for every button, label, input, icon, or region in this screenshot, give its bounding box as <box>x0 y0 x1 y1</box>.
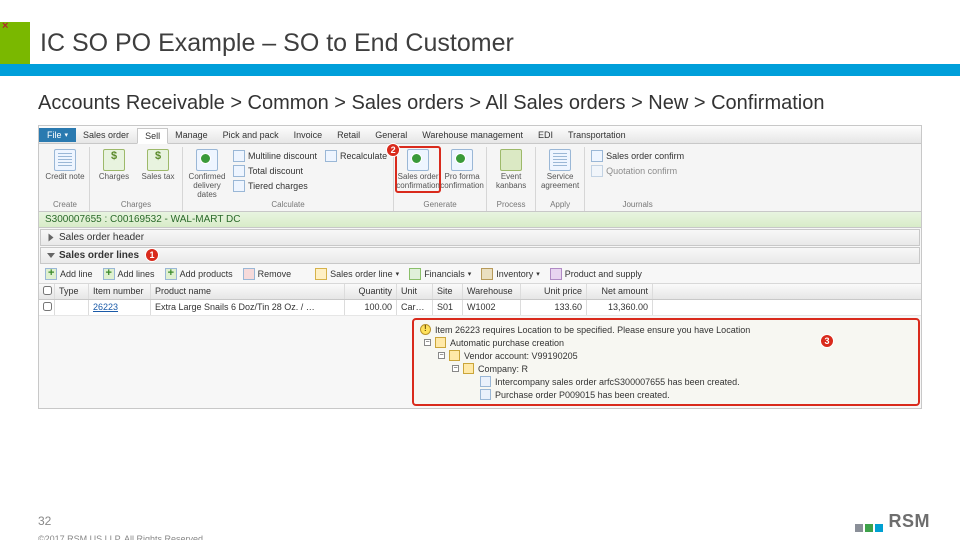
grid-row[interactable]: 26223Extra Large Snails 6 Doz/Tin 28 Oz.… <box>39 300 921 316</box>
recalculate-button[interactable]: Recalculate <box>323 149 389 163</box>
divider-bar <box>0 64 960 76</box>
info-auto-purchase: Automatic purchase creation <box>450 338 564 348</box>
add-line-button[interactable]: Add line <box>43 267 95 281</box>
lines-toolbar: Add line Add lines Add products Remove S… <box>39 265 921 284</box>
breadcrumb: Accounts Receivable > Common > Sales ord… <box>0 76 960 125</box>
folder-icon <box>449 350 460 361</box>
remove-button[interactable]: Remove <box>241 267 294 281</box>
callout-badge-2: 2 <box>386 143 400 157</box>
inventory-menu[interactable]: Inventory▾ <box>479 267 542 281</box>
grid-header: TypeItem numberProduct nameQuantityUnitS… <box>39 284 921 300</box>
expand-icon <box>49 234 54 242</box>
tiered-charges-button[interactable]: Tiered charges <box>231 179 319 193</box>
add-products-button[interactable]: Add products <box>163 267 235 281</box>
group-journals: Sales order confirm Quotation confirm Jo… <box>585 147 690 211</box>
add-lines-button[interactable]: Add lines <box>101 267 157 281</box>
service-agreement-button[interactable]: Service agreement <box>540 149 580 190</box>
slide-title: IC SO PO Example – SO to End Customer <box>30 22 960 64</box>
tab-sales-order[interactable]: Sales order <box>76 128 137 142</box>
tab-pick-pack[interactable]: Pick and pack <box>216 128 287 142</box>
journal-quote-confirm-button[interactable]: Quotation confirm <box>589 164 686 178</box>
tab-invoice[interactable]: Invoice <box>287 128 331 142</box>
info-po: Purchase order P009015 has been created. <box>495 390 670 400</box>
multiline-discount-button[interactable]: Multiline discount <box>231 149 319 163</box>
copyright: ©2017 RSM US LLP. All Rights Reserved. <box>38 534 206 540</box>
screenshot-frame: File▾ Sales order Sell Manage Pick and p… <box>38 125 922 409</box>
product-supply-menu[interactable]: Product and supply <box>548 267 644 281</box>
charges-button[interactable]: Charges <box>94 149 134 181</box>
tree-toggle[interactable]: − <box>452 365 459 372</box>
file-menu[interactable]: File▾ <box>39 128 76 142</box>
section-header[interactable]: Sales order header <box>40 229 920 246</box>
group-generate: 2 Sales order confirmation Pro forma con… <box>394 147 487 211</box>
info-company: Company: R <box>478 364 528 374</box>
group-process: Event kanbans Process <box>487 147 536 211</box>
ribbon-tabs: File▾ Sales order Sell Manage Pick and p… <box>39 126 921 144</box>
info-vendor: Vendor account: V99190205 <box>464 351 578 361</box>
ribbon-body: Credit note Create Charges Sales tax Cha… <box>39 144 921 212</box>
group-charges: Charges Sales tax Charges <box>90 147 183 211</box>
tab-warehouse[interactable]: Warehouse management <box>415 128 531 142</box>
journal-so-confirm-button[interactable]: Sales order confirm <box>589 149 686 163</box>
folder-icon <box>463 363 474 374</box>
record-title: S300007655 : C00169532 - WAL-MART DC <box>39 212 921 228</box>
chevron-down-icon: ▾ <box>396 270 400 278</box>
tree-toggle[interactable]: − <box>424 339 431 346</box>
tab-general[interactable]: General <box>368 128 415 142</box>
slide-footer: 32 ©2017 RSM US LLP. All Rights Reserved… <box>38 514 206 540</box>
chevron-down-icon: ▾ <box>536 270 540 278</box>
tab-sell[interactable]: Sell <box>137 128 168 144</box>
total-discount-button[interactable]: Total discount <box>231 164 319 178</box>
info-warning: Item 26223 requires Location to be speci… <box>435 325 750 335</box>
document-icon <box>480 389 491 400</box>
proforma-confirmation-button[interactable]: Pro forma confirmation <box>442 149 482 190</box>
group-calculate: Confirmed delivery dates Multiline disco… <box>183 147 394 211</box>
select-all-checkbox[interactable] <box>43 286 52 295</box>
expand-icon <box>47 253 55 258</box>
section-lines[interactable]: Sales order lines 1 <box>40 247 920 264</box>
document-icon <box>480 376 491 387</box>
confirmed-dates-button[interactable]: Confirmed delivery dates <box>187 149 227 199</box>
financials-menu[interactable]: Financials▾ <box>407 267 473 281</box>
group-create: Credit note Create <box>41 147 90 211</box>
chevron-down-icon: ▾ <box>65 131 69 139</box>
event-kanbans-button[interactable]: Event kanbans <box>491 149 531 190</box>
so-confirmation-button[interactable]: Sales order confirmation <box>398 149 438 190</box>
page-number: 32 <box>38 514 206 528</box>
sales-tax-button[interactable]: Sales tax <box>138 149 178 181</box>
credit-note-button[interactable]: Credit note <box>45 149 85 181</box>
folder-icon <box>435 337 446 348</box>
sales-order-line-menu[interactable]: Sales order line▾ <box>313 267 401 281</box>
warning-icon <box>420 324 431 335</box>
row-checkbox[interactable] <box>43 302 52 311</box>
tab-manage[interactable]: Manage <box>168 128 216 142</box>
group-apply: Service agreement Apply <box>536 147 585 211</box>
rsm-logo: RSM <box>855 511 931 532</box>
info-ic-so: Intercompany sales order arfcS300007655 … <box>495 377 740 387</box>
tab-transport[interactable]: Transportation <box>561 128 634 142</box>
tree-toggle[interactable]: − <box>438 352 445 359</box>
chevron-down-icon: ▾ <box>468 270 472 278</box>
tab-edi[interactable]: EDI <box>531 128 561 142</box>
infolog-panel: 3 Item 26223 requires Location to be spe… <box>412 318 920 406</box>
callout-badge-3: 3 <box>820 334 834 348</box>
callout-badge-1: 1 <box>145 248 159 262</box>
tab-retail[interactable]: Retail <box>330 128 368 142</box>
